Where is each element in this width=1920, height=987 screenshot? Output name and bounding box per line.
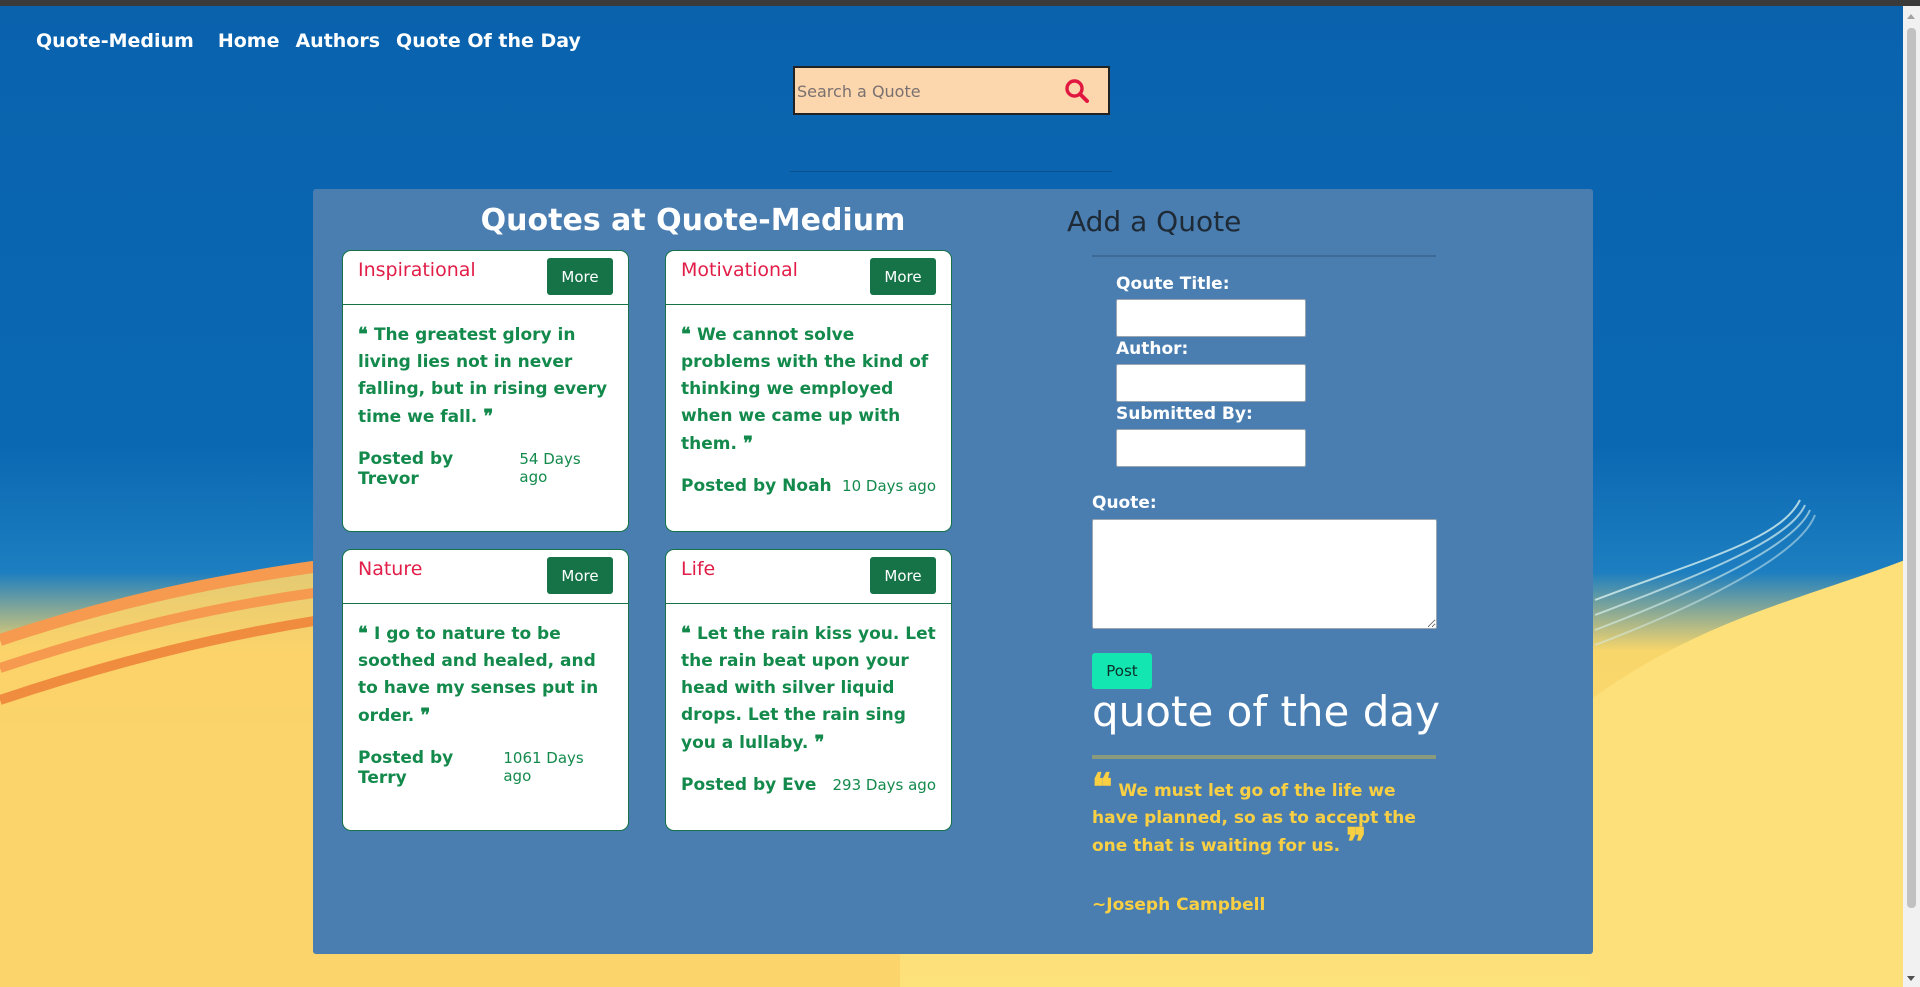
quote-card-life: Life More ❝ Let the rain kiss you. Let t…: [665, 549, 952, 831]
more-button[interactable]: More: [870, 557, 936, 594]
add-quote-divider: [1092, 255, 1436, 257]
quote-open-icon: ❝: [1092, 764, 1113, 809]
nav-quote-of-the-day[interactable]: Quote Of the Day: [396, 30, 581, 52]
quote-close-icon: ❞: [477, 406, 494, 427]
scroll-down-arrow-icon[interactable]: [1907, 976, 1915, 981]
submitted-by-label: Submitted By:: [1116, 404, 1253, 424]
submitted-by-input[interactable]: [1116, 429, 1306, 467]
card-quote-text: We cannot solve problems with the kind o…: [681, 325, 929, 454]
card-time: 54 Days ago: [519, 450, 581, 486]
card-quote-text: I go to nature to be soothed and healed,…: [358, 624, 599, 726]
more-button[interactable]: More: [547, 557, 613, 594]
card-author: Posted by Trevor: [358, 449, 454, 489]
card-time: 1061 Days ago: [503, 749, 584, 785]
search-divider: [790, 171, 1112, 172]
nav-authors[interactable]: Authors: [295, 30, 380, 52]
page-scrollbar[interactable]: [1903, 6, 1920, 987]
qod-quote-text: We must let go of the life we have plann…: [1092, 781, 1416, 856]
card-author: Posted by Noah: [681, 476, 832, 496]
more-button[interactable]: More: [870, 258, 936, 295]
quote-of-the-day-divider: [1092, 755, 1436, 759]
card-quote: ❝ We cannot solve problems with the kind…: [681, 321, 936, 458]
card-time: 293 Days ago: [832, 776, 937, 794]
quote-open-icon: ❝: [358, 324, 374, 345]
quote-label: Quote:: [1092, 493, 1157, 513]
scroll-up-arrow-icon[interactable]: [1907, 14, 1915, 19]
quote-card-nature: Nature More ❝ I go to nature to be sooth…: [342, 549, 629, 831]
top-navigation: Quote-Medium Home Authors Quote Of the D…: [36, 30, 597, 52]
card-quote: ❝ Let the rain kiss you. Let the rain be…: [681, 620, 936, 757]
quote-card-motivational: Motivational More ❝ We cannot solve prob…: [665, 250, 952, 532]
search-input[interactable]: [795, 68, 1049, 115]
quote-of-the-day-author: ~Joseph Campbell: [1092, 895, 1266, 915]
quote-of-the-day-text: ❝ We must let go of the life we have pla…: [1092, 768, 1442, 861]
card-category: Motivational: [681, 259, 798, 281]
scroll-thumb[interactable]: [1907, 28, 1916, 908]
quote-close-icon: ❞: [1345, 819, 1367, 864]
main-panel: Quotes at Quote-Medium Inspirational Mor…: [313, 189, 1593, 954]
search-icon[interactable]: [1064, 78, 1090, 104]
card-author: Posted by Terry: [358, 748, 454, 788]
quote-close-icon: ❞: [736, 433, 753, 454]
card-quote: ❝ I go to nature to be soothed and heale…: [358, 620, 613, 730]
quote-close-icon: ❞: [808, 732, 825, 753]
card-header: Inspirational More: [343, 251, 628, 305]
brand-logo[interactable]: Quote-Medium: [36, 30, 194, 52]
quote-title-label: Qoute Title:: [1116, 274, 1230, 294]
quote-of-the-day-title: quote of the day: [1092, 687, 1440, 736]
quote-open-icon: ❝: [681, 623, 697, 644]
card-header: Nature More: [343, 550, 628, 604]
card-category: Nature: [358, 558, 423, 580]
card-time: 10 Days ago: [842, 477, 936, 495]
quote-open-icon: ❝: [358, 623, 374, 644]
nav-home[interactable]: Home: [218, 30, 280, 52]
add-quote-title: Add a Quote: [1067, 205, 1242, 238]
card-quote: ❝ The greatest glory in living lies not …: [358, 321, 613, 431]
quote-close-icon: ❞: [414, 705, 431, 726]
post-button[interactable]: Post: [1092, 653, 1152, 689]
author-label: Author:: [1116, 339, 1189, 359]
quote-textarea[interactable]: [1092, 519, 1437, 629]
card-author: Posted by Eve: [681, 775, 817, 795]
quote-title-input[interactable]: [1116, 299, 1306, 337]
card-header: Motivational More: [666, 251, 951, 305]
quotes-section-title: Quotes at Quote-Medium: [480, 203, 906, 238]
card-category: Inspirational: [358, 259, 476, 281]
more-button[interactable]: More: [547, 258, 613, 295]
card-category: Life: [681, 558, 716, 580]
card-header: Life More: [666, 550, 951, 604]
quote-card-inspirational: Inspirational More ❝ The greatest glory …: [342, 250, 629, 532]
search-bar: [793, 66, 1110, 115]
quote-open-icon: ❝: [681, 324, 697, 345]
author-input[interactable]: [1116, 364, 1306, 402]
